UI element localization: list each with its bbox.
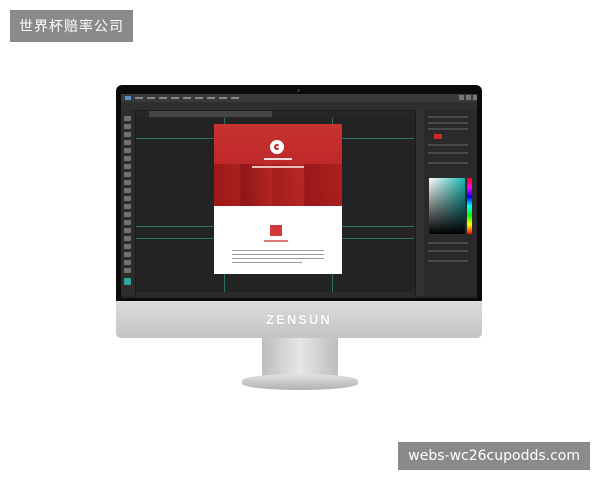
stamp-tool-icon[interactable] [124,180,131,185]
paragraph-line [232,250,324,251]
canvas-area[interactable] [136,118,414,298]
photoshop-screen [121,94,477,298]
marquee-tool-icon[interactable] [124,124,131,129]
tools-panel [121,110,136,296]
hero-subtitle [252,166,304,168]
move-tool-icon[interactable] [124,116,131,121]
menu-item[interactable] [135,97,143,99]
magic-wand-tool-icon[interactable] [124,140,131,145]
window-controls[interactable] [459,95,477,100]
watermark-top: 世界杯赔率公司 [10,10,133,42]
hue-slider[interactable] [467,178,472,234]
monitor-bezel [116,85,482,301]
eyedropper-tool-icon[interactable] [124,156,131,161]
menu-bar[interactable] [121,94,477,102]
monitor-stand-neck [262,338,338,376]
panel-row [428,116,468,118]
path-selection-tool-icon[interactable] [124,244,131,249]
minimize-icon[interactable] [459,95,464,100]
panel-row [428,152,468,154]
panel-row [428,250,468,252]
dodge-tool-icon[interactable] [124,220,131,225]
logo-icon [270,140,284,154]
watermark-bottom: webs-wc26cupodds.com [398,442,590,470]
close-icon[interactable] [473,95,477,100]
panel-row [428,260,468,262]
history-brush-tool-icon[interactable] [124,188,131,193]
menu-item[interactable] [231,97,239,99]
crop-tool-icon[interactable] [124,148,131,153]
type-tool-icon[interactable] [124,236,131,241]
menu-item[interactable] [171,97,179,99]
maximize-icon[interactable] [466,95,471,100]
document-tab[interactable] [149,111,272,117]
paragraph-line [232,262,302,263]
layer-thumbnail[interactable] [434,134,442,139]
artboard[interactable] [214,124,342,274]
menu-item[interactable] [147,97,155,99]
camera-icon [297,89,300,92]
color-picker[interactable] [429,178,465,234]
panel-row [428,122,468,124]
zoom-tool-icon[interactable] [124,268,131,273]
healing-tool-icon[interactable] [124,164,131,169]
pen-tool-icon[interactable] [124,228,131,233]
menu-item[interactable] [219,97,227,99]
city-photo [214,164,342,206]
panel-row [428,144,468,146]
app-logo-icon [125,96,131,100]
monitor-stand-foot [242,374,358,390]
imac-monitor: ZENSUN [116,85,482,339]
shape-tool-icon[interactable] [124,252,131,257]
menu-item[interactable] [195,97,203,99]
hand-tool-icon[interactable] [124,260,131,265]
menu-item[interactable] [159,97,167,99]
hero-title [264,158,292,160]
hero-banner [214,124,342,206]
panel-icon-strip[interactable] [416,110,424,296]
gradient-tool-icon[interactable] [124,204,131,209]
menu-item[interactable] [207,97,215,99]
blur-tool-icon[interactable] [124,212,131,217]
panels-dock[interactable] [415,110,477,296]
section-caption [264,240,288,242]
eraser-tool-icon[interactable] [124,196,131,201]
panel-row [428,162,468,164]
menu-item[interactable] [183,97,191,99]
section-logo-icon [270,225,282,236]
monitor-brand: ZENSUN [266,312,332,327]
status-bar [136,292,414,298]
paragraph-line [232,254,324,255]
panel-row [428,128,468,130]
panel-row [428,242,468,244]
brush-tool-icon[interactable] [124,172,131,177]
color-swatch-icon[interactable] [124,278,131,285]
monitor-chin: ZENSUN [116,301,482,338]
lasso-tool-icon[interactable] [124,132,131,137]
paragraph-line [232,258,324,259]
